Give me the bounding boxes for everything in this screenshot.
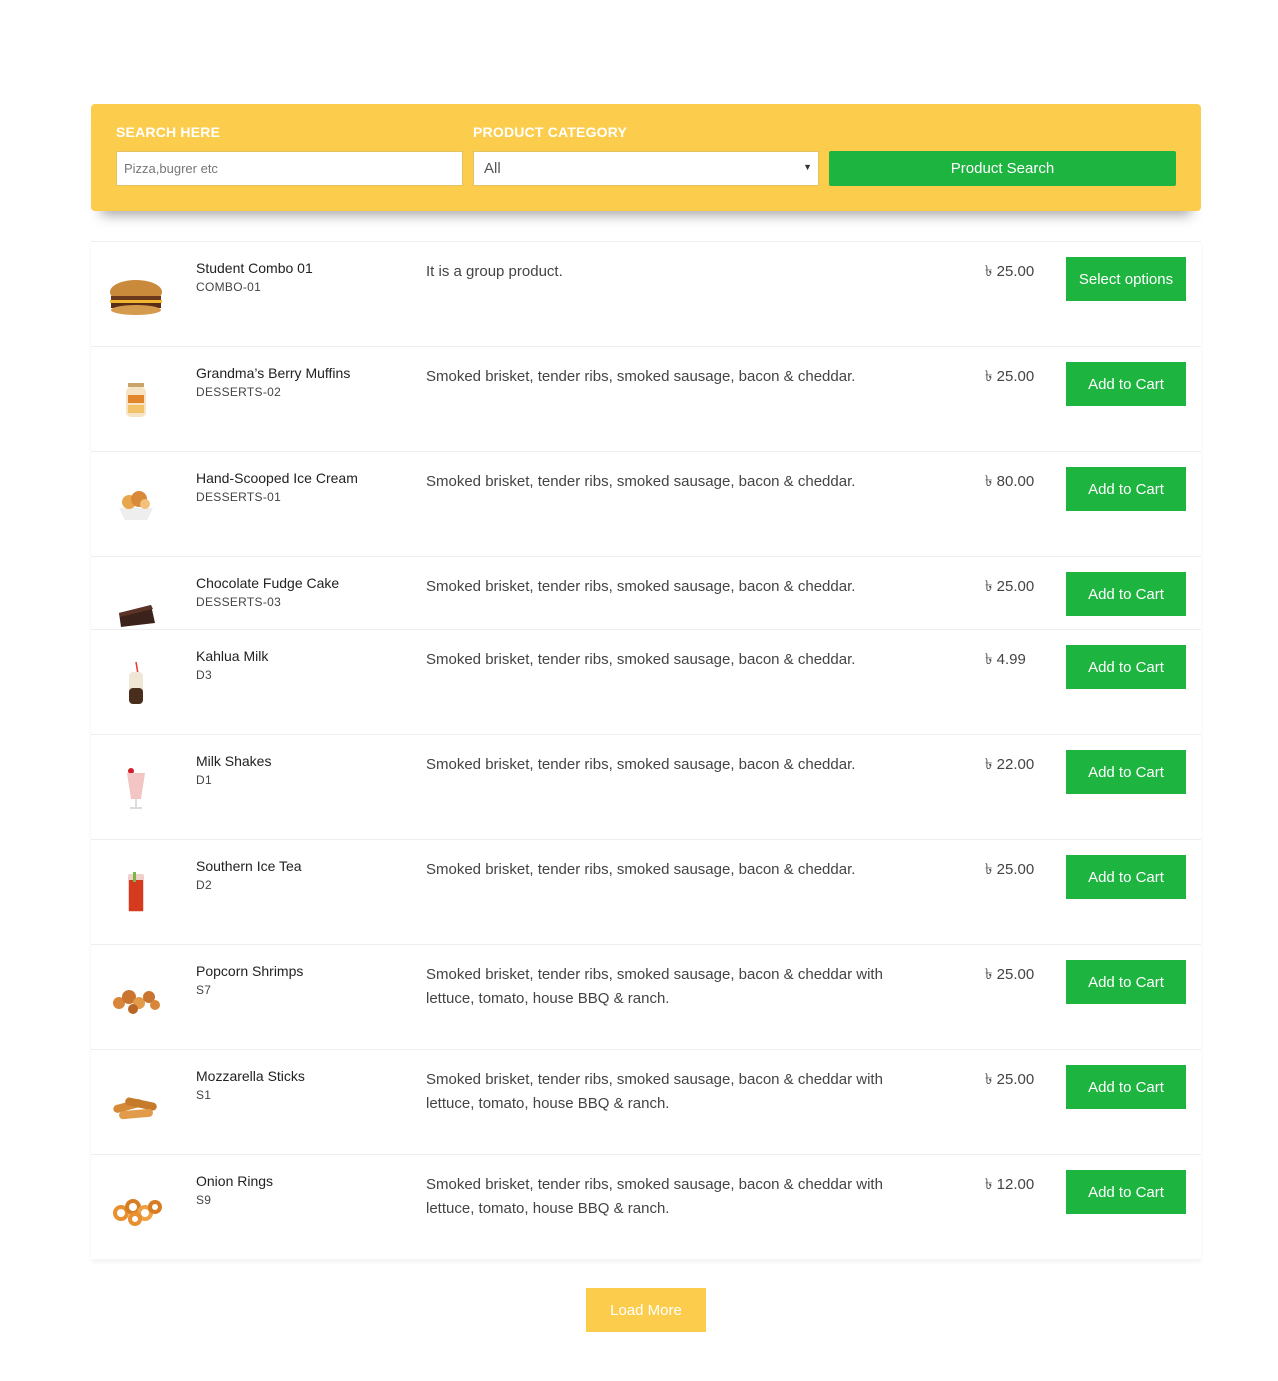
product-price: ৳ 25.00 [985,578,1035,595]
product-description: Smoked brisket, tender ribs, smoked saus… [426,1176,883,1217]
product-price: ৳ 4.99 [985,651,1026,668]
product-search-button[interactable]: Product Search [829,151,1176,186]
add-to-cart-button[interactable]: Add to Cart [1066,855,1186,899]
add-to-cart-button[interactable]: Add to Cart [1066,362,1186,406]
product-name: Southern Ice Tea [196,858,302,874]
category-label: PRODUCT CATEGORY [473,124,628,140]
product-row: Popcorn Shrimps S7 Smoked brisket, tende… [91,944,1201,1049]
product-sku: D2 [196,878,212,892]
search-panel: SEARCH HERE PRODUCT CATEGORY All ▼ Produ… [91,104,1201,211]
milk-drink-icon [129,661,143,704]
product-price: ৳ 25.00 [985,966,1035,983]
category-selected-value: All [484,160,501,177]
product-description: Smoked brisket, tender ribs, smoked saus… [426,861,856,878]
product-row: Grandma’s Berry Muffins DESSERTS-02 Smok… [91,346,1201,451]
popcorn-shrimp-icon [113,990,160,1014]
product-sku: DESSERTS-02 [196,385,282,399]
product-price: ৳ 25.00 [985,861,1035,878]
dessert-jar-icon [126,383,146,417]
load-more-button[interactable]: Load More [586,1288,706,1332]
product-sku: D3 [196,668,212,682]
product-description: Smoked brisket, tender ribs, smoked saus… [426,578,856,595]
product-description: Smoked brisket, tender ribs, smoked saus… [426,651,856,668]
add-to-cart-button[interactable]: Add to Cart [1066,645,1186,689]
product-name: Grandma’s Berry Muffins [196,365,351,381]
product-name: Kahlua Milk [196,648,269,664]
product-row: Milk Shakes D1 Smoked brisket, tender ri… [91,734,1201,839]
search-input[interactable] [116,151,463,186]
product-name: Student Combo 01 [196,260,313,276]
product-description: Smoked brisket, tender ribs, smoked saus… [426,966,883,1007]
product-sku: D1 [196,773,212,787]
product-price: ৳ 25.00 [985,368,1035,385]
product-sku: DESSERTS-01 [196,490,282,504]
category-select[interactable]: All ▼ [473,151,819,186]
product-name: Milk Shakes [196,753,272,769]
product-price: ৳ 25.00 [985,1071,1035,1088]
product-name: Onion Rings [196,1173,274,1189]
add-to-cart-button[interactable]: Add to Cart [1066,1170,1186,1214]
iced-tea-icon [128,872,144,912]
add-to-cart-button[interactable]: Add to Cart [1066,572,1186,616]
product-price: ৳ 25.00 [985,263,1035,280]
product-price: ৳ 22.00 [985,756,1035,773]
product-name: Popcorn Shrimps [196,963,304,979]
caret-down-icon: ▼ [803,162,812,172]
product-row: Southern Ice Tea D2 Smoked brisket, tend… [91,839,1201,944]
select-options-button[interactable]: Select options [1066,257,1186,301]
product-name: Chocolate Fudge Cake [196,575,340,591]
product-description: Smoked brisket, tender ribs, smoked saus… [426,473,856,490]
burger-icon [110,280,162,315]
product-description: Smoked brisket, tender ribs, smoked saus… [426,1071,883,1112]
product-sku: COMBO-01 [196,280,262,294]
add-to-cart-button[interactable]: Add to Cart [1066,750,1186,794]
product-description: Smoked brisket, tender ribs, smoked saus… [426,368,856,385]
product-price: ৳ 80.00 [985,473,1035,490]
product-name: Mozzarella Sticks [196,1068,305,1084]
ice-cream-bowl-icon [119,491,153,520]
product-sku: DESSERTS-03 [196,595,282,609]
add-to-cart-button[interactable]: Add to Cart [1066,960,1186,1004]
mozzarella-sticks-icon [113,1097,157,1120]
product-description: It is a group product. [426,263,563,280]
cake-slice-icon [119,605,155,627]
add-to-cart-button[interactable]: Add to Cart [1066,1065,1186,1109]
product-row: Chocolate Fudge Cake DESSERTS-03 Smoked … [91,556,1201,629]
add-to-cart-button[interactable]: Add to Cart [1066,467,1186,511]
product-price: ৳ 12.00 [985,1176,1035,1193]
product-name: Hand-Scooped Ice Cream [196,470,358,486]
product-row: Onion Rings S9 Smoked brisket, tender ri… [91,1154,1201,1259]
product-sku: S9 [196,1193,212,1207]
onion-rings-icon [113,1199,162,1226]
milkshake-icon [127,768,145,809]
product-row: Student Combo 01 COMBO-01 It is a group … [91,241,1201,346]
product-sku: S1 [196,1088,212,1102]
product-sku: S7 [196,983,212,997]
product-row: Mozzarella Sticks S1 Smoked brisket, ten… [91,1049,1201,1154]
product-description: Smoked brisket, tender ribs, smoked saus… [426,756,856,773]
product-row: Kahlua Milk D3 Smoked brisket, tender ri… [91,629,1201,734]
search-label: SEARCH HERE [116,124,221,140]
product-row: Hand-Scooped Ice Cream DESSERTS-01 Smoke… [91,451,1201,556]
